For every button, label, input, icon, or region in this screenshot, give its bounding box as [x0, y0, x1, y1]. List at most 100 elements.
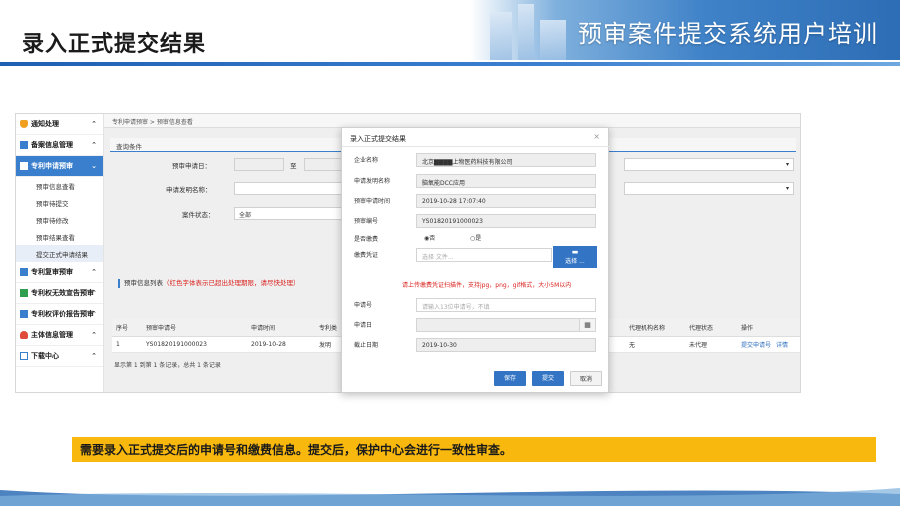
list-title: 预审信息列表（红色字体表示已超出处理期限，请尽快处理）: [118, 277, 300, 288]
list-warning: （红色字体表示已超出处理期限，请尽快处理）: [163, 279, 300, 287]
title-bar: [118, 278, 120, 288]
chevron-up-icon: ⌃: [91, 120, 97, 128]
slide-title: 录入正式提交结果: [22, 32, 207, 57]
fee-no-label: 否: [429, 235, 436, 242]
upload-button[interactable]: ▬ 选择 ...: [553, 246, 597, 268]
sidebar-item-record[interactable]: 备案信息管理 ⌃: [16, 135, 103, 156]
modal-title: 录入正式提交结果: [350, 135, 406, 143]
sidebar-item-review[interactable]: 专利复审预审 ⌃: [16, 262, 103, 283]
header-banner: 预审案件提交系统用户培训: [470, 0, 900, 60]
sidebar-item-notice[interactable]: 通知处理 ⌃: [16, 114, 103, 135]
sidebar-item-download[interactable]: 下载中心 ⌃: [16, 346, 103, 367]
chevron-down-icon: ⌄: [91, 162, 97, 170]
folder-icon: [20, 310, 28, 318]
table-footer: 显示第 1 到第 1 条记录，总共 1 条记录: [114, 362, 221, 369]
title-underline: [0, 62, 900, 66]
bottom-wave-decoration: [0, 488, 900, 506]
folder-icon: [20, 162, 28, 170]
app-date-input[interactable]: ▦: [416, 318, 596, 332]
chevron-up-icon: ⌃: [91, 331, 97, 339]
table-header: 代理状态: [685, 319, 737, 337]
calendar-icon[interactable]: ▦: [579, 319, 595, 331]
sidebar-item-label: 专利申请预审: [31, 162, 73, 170]
select-dropdown[interactable]: ▾: [624, 158, 794, 171]
sidebar-item-label: 主体信息管理: [31, 331, 73, 339]
date-separator: 至: [290, 162, 297, 170]
caption-box: 需要录入正式提交后的申请号和缴费信息。提交后，保护中心会进行一致性审查。: [72, 437, 876, 462]
sidebar-subitem[interactable]: 提交正式申请结果: [16, 245, 103, 262]
cancel-button[interactable]: 取消: [570, 371, 602, 386]
sidebar-subitem[interactable]: 预审信息查看: [16, 177, 103, 194]
download-icon: [20, 352, 28, 360]
caret-down-icon: ▾: [785, 161, 789, 168]
folder-open-icon: ▬: [571, 248, 579, 256]
building-graphic: [518, 4, 534, 60]
building-graphic: [490, 12, 512, 60]
sidebar: 通知处理 ⌃ 备案信息管理 ⌃ 专利申请预审 ⌄ 预审信息查看 预审待提交 预审…: [16, 114, 104, 392]
divider: [342, 146, 610, 147]
pre-time-label: 预审申请时间: [354, 198, 391, 205]
cell-agent-status: 未代理: [685, 336, 737, 353]
cell-app-no: YS01820191000023: [142, 336, 247, 353]
date-from-input[interactable]: [234, 158, 284, 171]
banner-text: 预审案件提交系统用户培训: [578, 20, 878, 48]
caret-down-icon: ▾: [785, 185, 789, 192]
app-number-placeholder: 请输入13位申请号，不填: [422, 304, 490, 311]
cell-time: 2019-10-28: [247, 336, 315, 353]
sidebar-item-label: 专利复审预审: [31, 268, 73, 276]
sidebar-subitem[interactable]: 预审待修改: [16, 211, 103, 228]
deadline-label: 截止日期: [354, 342, 379, 349]
list-title-text: 预审信息列表: [124, 279, 163, 287]
slide-header: 预审案件提交系统用户培训 录入正式提交结果: [0, 0, 900, 72]
sidebar-item-label: 专利权无效宣告预审: [31, 289, 94, 297]
app-date-label: 申请日: [354, 322, 373, 329]
close-icon[interactable]: ×: [593, 132, 600, 141]
breadcrumb: 专利申请预审 > 预审信息查看: [104, 114, 800, 128]
status-label: 案件状态：: [182, 211, 215, 219]
save-button[interactable]: 保存: [494, 371, 526, 386]
app-number-label: 申请号: [354, 302, 373, 309]
chevron-up-icon: ⌃: [91, 141, 97, 149]
voucher-label: 缴费凭证: [354, 252, 379, 259]
detail-link[interactable]: 详情: [776, 342, 788, 349]
voucher-file-input[interactable]: 选择 文件...: [416, 248, 552, 262]
select-dropdown[interactable]: ▾: [624, 182, 794, 195]
folder-icon: [20, 289, 28, 297]
cell-agency: 无: [625, 336, 685, 353]
submit-appno-link[interactable]: 提交申请号: [741, 342, 771, 349]
fee-no-radio[interactable]: ◉否: [424, 233, 435, 242]
table-header: 操作: [737, 319, 800, 337]
pre-number-field: YS01820191000023: [416, 214, 596, 228]
bell-icon: [20, 120, 28, 128]
date-label: 预审申请日：: [172, 162, 211, 170]
table-header: 代理机构名称: [625, 319, 685, 337]
sidebar-item-label: 专利权评价报告预审: [31, 310, 94, 318]
pre-time-field: 2019-10-28 17:07:40: [416, 194, 596, 208]
voucher-placeholder: 选择 文件...: [422, 254, 454, 261]
pre-number-label: 预审编号: [354, 218, 379, 225]
fee-yes-radio[interactable]: ○是: [470, 233, 481, 242]
folder-icon: [20, 141, 28, 149]
chevron-up-icon: ⌃: [91, 268, 97, 276]
table-header: 序号: [112, 319, 142, 337]
chevron-up-icon: ⌃: [91, 289, 97, 297]
sidebar-item-label: 下载中心: [31, 352, 59, 360]
sidebar-item-evaluation[interactable]: 专利权评价报告预审 ⌃: [16, 304, 103, 325]
sidebar-item-invalid[interactable]: 专利权无效宣告预审 ⌃: [16, 283, 103, 304]
building-graphic: [540, 20, 566, 60]
company-field: 北京▇▇▇▇上物医药科技有限公司: [416, 153, 596, 167]
table-header: 预审申请号: [142, 319, 247, 337]
app-number-input[interactable]: 请输入13位申请号，不填: [416, 298, 596, 312]
sidebar-item-label: 通知处理: [31, 120, 59, 128]
table-header: 申请时间: [247, 319, 315, 337]
sidebar-subitem[interactable]: 预审结果查看: [16, 228, 103, 245]
cell-actions: 提交申请号 详情: [737, 336, 800, 353]
company-label: 企业名称: [354, 157, 379, 164]
sidebar-item-subject[interactable]: 主体信息管理 ⌃: [16, 325, 103, 346]
sidebar-subitem[interactable]: 预审待提交: [16, 194, 103, 211]
invention-label: 申请发明名称：: [166, 186, 212, 194]
sidebar-item-label: 备案信息管理: [31, 141, 73, 149]
chevron-up-icon: ⌃: [91, 310, 97, 318]
submit-button[interactable]: 提交: [532, 371, 564, 386]
sidebar-item-patent-pre[interactable]: 专利申请预审 ⌄: [16, 156, 103, 177]
